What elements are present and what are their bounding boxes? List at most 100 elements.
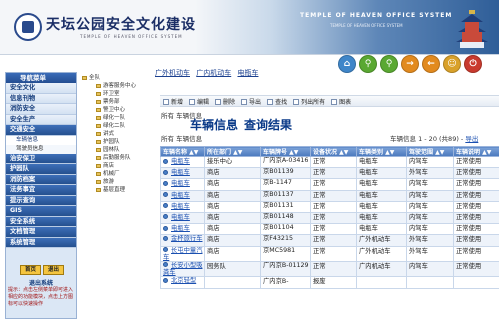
sidebar-item-fire-safety[interactable]: 消防安全 xyxy=(6,104,76,115)
vehicle-name-link[interactable]: 长安小型吸粪车 xyxy=(160,260,205,278)
table-row[interactable]: 北京轻型 广内京B- 报废 xyxy=(160,276,499,289)
sidebar-item-security-system[interactable]: 安全系统 xyxy=(6,216,76,227)
back-icon[interactable]: ← xyxy=(422,55,440,73)
table-row[interactable]: 金杯旅行车 商店 京F43215 正常 广外机动车 外驾车 正常使用 xyxy=(160,234,499,247)
table-row[interactable]: 电瓶车 商店 京B-1147 正常 电瓶车 内驾车 正常使用 xyxy=(160,178,499,191)
tree-node[interactable]: 绿化一队 xyxy=(82,114,152,122)
column-header[interactable]: 所在部门 ▲▼ xyxy=(204,146,261,157)
edit-icon xyxy=(189,99,196,105)
tree-node[interactable]: 园林队 xyxy=(82,146,152,154)
nav-link-dianping[interactable]: 电瓶车 xyxy=(237,69,258,77)
table-row[interactable]: 电瓶车 商店 京B01104 正常 电瓶车 内驾车 正常使用 xyxy=(160,223,499,236)
edit-button[interactable]: 编辑 xyxy=(189,97,209,106)
exit-button[interactable]: 退出 xyxy=(43,265,65,275)
table-row[interactable]: 电瓶车 接乐中心 广内京A-03416 正常 电瓶车 内驾车 正常使用 xyxy=(160,155,499,169)
sidebar-item-traffic-safety[interactable]: 交通安全 xyxy=(6,125,76,136)
vehicle-name-link[interactable]: 电瓶车 xyxy=(160,189,205,202)
column-header[interactable]: 驾驶范围 ▲▼ xyxy=(406,146,454,157)
tree-node[interactable]: 绿化二队 xyxy=(82,122,152,130)
user-icon[interactable]: ☺ xyxy=(443,55,461,73)
delete-button[interactable]: 删除 xyxy=(215,97,235,106)
table-cell xyxy=(453,276,499,289)
table-cell: 接乐中心 xyxy=(204,155,261,169)
sidebar-item-gis[interactable]: GIS xyxy=(6,206,76,217)
column-header[interactable]: 车辆名称 ▲▼ xyxy=(160,146,205,157)
sidebar-item-documents[interactable]: 文档管理 xyxy=(6,227,76,238)
nav-link-guangnei[interactable]: 广内机动车 xyxy=(196,69,231,77)
tree-node[interactable]: 后勤服务队 xyxy=(82,154,152,162)
vehicle-name-link[interactable]: 电瓶车 xyxy=(160,211,205,225)
sidebar-item-production-safety[interactable]: 安全生产 xyxy=(6,114,76,125)
sidebar-item-safety-culture[interactable]: 安全文化 xyxy=(6,83,76,94)
sidebar-item-legal[interactable]: 法务事宜 xyxy=(6,185,76,196)
column-header[interactable]: 车辆牌号 ▲▼ xyxy=(260,146,311,157)
table-row[interactable]: 长安小型吸粪车 园务队 广内京B-01129 正常 广内机动车 内驾车 正常使用 xyxy=(160,260,499,278)
table-cell: 内驾车 xyxy=(406,200,454,213)
add-button[interactable]: 新增 xyxy=(163,97,183,106)
vehicle-name-link[interactable]: 北京轻型 xyxy=(160,276,205,289)
table-row[interactable]: 电瓶车 商店 京B01131 正常 电瓶车 内驾车 正常使用 xyxy=(160,200,499,213)
tree-node[interactable]: 游客服务中心 xyxy=(82,82,152,90)
tree-node[interactable]: 讲式 xyxy=(82,130,152,138)
vehicle-name-link[interactable]: 金杯旅行车 xyxy=(160,234,205,247)
sidebar-item-fire-records[interactable]: 消防档案 xyxy=(6,174,76,185)
table-row[interactable]: 电瓶车 商店 京B01139 正常 电瓶车 外驾车 正常使用 xyxy=(160,167,499,180)
sidebar-sub-vehicle-info[interactable]: 车辆信息 xyxy=(6,135,76,145)
home-icon[interactable]: ⌂ xyxy=(338,55,356,73)
folder-icon xyxy=(96,131,101,136)
table-row[interactable]: 电瓶车 商店 京B01148 正常 电瓶车 内驾车 正常使用 xyxy=(160,211,499,225)
export-button[interactable]: 导出 xyxy=(241,97,261,106)
tree-node[interactable]: 票务部 xyxy=(82,98,152,106)
pager: 车辆信息 1 - 20 (共89) - 导出 xyxy=(390,133,478,143)
table-cell: 正常 xyxy=(310,245,357,262)
tree-node[interactable]: 旅游 xyxy=(82,178,152,186)
table-row[interactable]: 长屯中童汽车 商店 京MC5981 正常 广外机动车 外驾车 正常使用 xyxy=(160,245,499,262)
tree-node[interactable]: 基层直理 xyxy=(82,186,152,194)
tree-node-label: 护园队 xyxy=(103,139,120,145)
zoom-icon[interactable]: ⚲ xyxy=(380,55,398,73)
sidebar-item-query[interactable]: 提示查询 xyxy=(6,195,76,206)
tree-root[interactable]: 全队 xyxy=(82,74,152,82)
column-header[interactable]: 车辆类别 ▲▼ xyxy=(356,146,407,157)
tree-node[interactable]: 商店 xyxy=(82,162,152,170)
sidebar-item-security[interactable]: 治安保卫 xyxy=(6,153,76,164)
table-cell: 电瓶车 xyxy=(356,167,407,180)
home-button[interactable]: 首页 xyxy=(20,265,42,275)
tree-node[interactable]: 机械厂 xyxy=(82,170,152,178)
tree-node[interactable]: 警卫中心 xyxy=(82,106,152,114)
chart-button[interactable]: 图表 xyxy=(331,97,351,106)
vehicle-name: 电瓶车 xyxy=(171,202,190,210)
table-cell: 广外机动车 xyxy=(356,245,407,262)
vehicle-name-link[interactable]: 电瓶车 xyxy=(160,155,205,169)
sidebar-item-patrol[interactable]: 护园队 xyxy=(6,164,76,175)
add-button-label: 新增 xyxy=(171,98,184,106)
tree-node[interactable]: 环卫室 xyxy=(82,90,152,98)
vehicle-name-link[interactable]: 电瓶车 xyxy=(160,167,205,180)
toolbar: 新增 编辑 删除 导出 查找 列出所有 图表 xyxy=(160,95,499,107)
vehicle-name-link[interactable]: 电瓶车 xyxy=(160,200,205,213)
logo-icon xyxy=(14,13,42,41)
folder-icon xyxy=(96,83,101,88)
sidebar-sub-driver-info[interactable]: 驾驶员信息 xyxy=(6,144,76,154)
search-icon[interactable]: ⚲ xyxy=(359,55,377,73)
find-button[interactable]: 查找 xyxy=(267,97,287,106)
logout-link[interactable]: 退出系统 xyxy=(8,280,74,287)
sidebar-item-system-admin[interactable]: 系统管理 xyxy=(6,237,76,248)
vehicle-name-link[interactable]: 电瓶车 xyxy=(160,178,205,191)
tree-node[interactable]: 护园队 xyxy=(82,138,152,146)
nav-link-guangwai[interactable]: 广外机动车 xyxy=(155,69,190,77)
exit-icon[interactable]: ⏻ xyxy=(464,55,482,73)
table-cell: 广内机动车 xyxy=(356,260,407,278)
folder-icon xyxy=(96,91,101,96)
vehicle-name-link[interactable]: 电瓶车 xyxy=(160,223,205,236)
column-header[interactable]: 车辆说明 ▲▼ xyxy=(453,146,499,157)
vehicle-name-link[interactable]: 长屯中童汽车 xyxy=(160,245,205,262)
table-row[interactable]: 电瓶车 商店 京B01137 正常 电瓶车 内驾车 正常使用 xyxy=(160,189,499,202)
table-cell: 正常使用 xyxy=(453,260,499,278)
tree-node-label: 基层直理 xyxy=(103,187,126,193)
column-header[interactable]: 设备状况 ▲▼ xyxy=(310,146,357,157)
sidebar-item-publications[interactable]: 信息刊物 xyxy=(6,93,76,104)
list-all-button[interactable]: 列出所有 xyxy=(293,97,325,106)
forward-icon[interactable]: → xyxy=(401,55,419,73)
export-link[interactable]: 导出 xyxy=(465,135,478,143)
